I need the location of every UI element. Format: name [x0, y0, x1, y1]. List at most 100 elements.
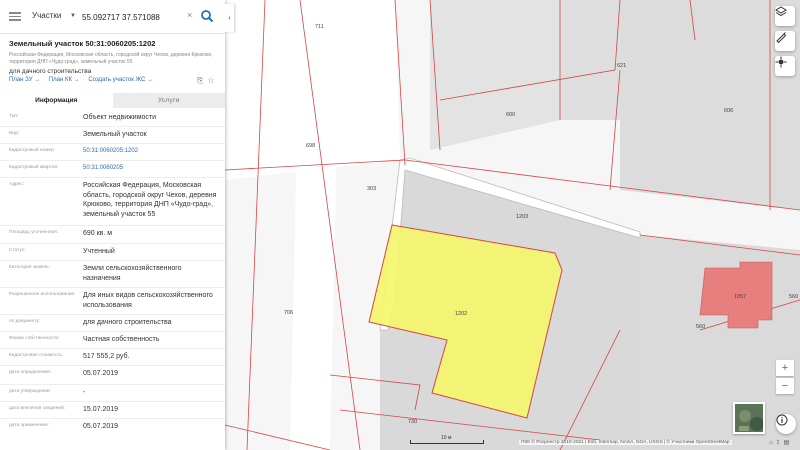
- row-value: 15.07.2019: [83, 406, 119, 413]
- plan-zu-link[interactable]: План ЗУ →: [9, 77, 40, 83]
- table-row: Разрешенное использование: Для иных видов…: [0, 288, 225, 315]
- parcel-use: для дачного строительства: [9, 68, 92, 75]
- parcel-address: Российская Федерация, Московская область…: [9, 52, 213, 65]
- row-value: Земли сельскохозяйственного назначения: [83, 265, 182, 282]
- table-row: Адрес: Российская Федерация, Московская о…: [0, 178, 225, 226]
- bottom-icons: ⌂ ⇪ ▤: [766, 439, 789, 446]
- table-row: Тип: Объект недвижимости: [0, 110, 225, 127]
- row-value: 05.07.2019: [83, 370, 119, 377]
- parcel-label-600: 600: [506, 112, 515, 118]
- row-label: по документу:: [9, 319, 41, 324]
- parcel-header: Земельный участок 50:31:0060205:1202 Рос…: [9, 39, 219, 75]
- row-value: Для иных видов сельскохозяйственного исп…: [83, 292, 213, 309]
- parcel-label-1202: 1202: [455, 311, 467, 317]
- row-value: Объект недвижимости: [83, 114, 157, 121]
- table-row: дата применения: 05.07.2019: [0, 419, 225, 441]
- table-row: дата утверждения: -: [0, 385, 225, 402]
- row-value: Российская Федерация, Московская область…: [83, 182, 217, 218]
- parcel-links: План ЗУ → План КК → Создать участок ЖС →: [9, 77, 160, 83]
- layers-icon: [775, 6, 787, 17]
- parcel-label-621: 621: [617, 63, 626, 69]
- parcel-label-711: 711: [315, 24, 324, 30]
- search-input[interactable]: [82, 8, 195, 26]
- info-button[interactable]: [776, 414, 796, 434]
- locate-button[interactable]: [775, 56, 795, 76]
- row-label: Кадастровый квартал:: [9, 165, 59, 170]
- tab-services[interactable]: Услуги: [112, 93, 225, 108]
- menu-button[interactable]: [9, 10, 21, 22]
- search-type-label: Участки: [32, 11, 62, 20]
- parcel-label-1057: 1057: [734, 294, 746, 300]
- table-row: Вид: Земельный участок: [0, 127, 225, 144]
- satellite-thumbnail: [735, 404, 763, 432]
- panel-tabs: Информация Услуги: [0, 93, 225, 108]
- row-label: Тип:: [9, 114, 19, 119]
- search-bar: Участки ▼ ×: [0, 0, 225, 34]
- search-type-select[interactable]: Участки ▼: [32, 11, 76, 25]
- print-icon[interactable]: ▤: [784, 440, 790, 446]
- row-label: Кадастровый номер:: [9, 148, 56, 153]
- plan-kk-link[interactable]: План КК →: [49, 77, 80, 83]
- parcel-label-1203: 1203: [516, 214, 528, 220]
- table-row: по документу: для дачного строительства: [0, 315, 225, 332]
- row-label: Статус:: [9, 248, 26, 253]
- row-value: для дачного строительства: [83, 319, 172, 326]
- clear-search-button[interactable]: ×: [187, 10, 192, 20]
- parcel-label-698: 698: [306, 143, 315, 149]
- chevron-left-icon: ‹: [228, 14, 231, 22]
- table-row: Статус: Учтенный: [0, 244, 225, 261]
- parcel-label-560-b: 560: [696, 324, 705, 330]
- collapse-panel-button[interactable]: ‹: [225, 4, 234, 32]
- row-value: Учтенный: [83, 248, 115, 255]
- zoom-out-button[interactable]: −: [776, 378, 794, 394]
- row-label: Вид:: [9, 131, 20, 136]
- parcel-title: Земельный участок 50:31:0060205:1202: [9, 39, 156, 48]
- row-value: Земельный участок: [83, 131, 147, 138]
- table-row: Форма собственности: Частная собственност…: [0, 332, 225, 349]
- create-parcel-link[interactable]: Создать участок ЖС →: [88, 77, 153, 83]
- parcel-label-730: 730: [408, 419, 417, 425]
- plus-icon: +: [781, 362, 789, 374]
- row-value: 690 кв. м: [83, 230, 113, 237]
- star-icon[interactable]: ☆: [207, 76, 214, 85]
- row-label: Форма собственности:: [9, 336, 60, 341]
- app: 711 621 600 606 698 303 1203 1202 1057 5…: [0, 0, 800, 450]
- parcel-label-606: 606: [724, 108, 733, 114]
- minimap[interactable]: [733, 402, 765, 434]
- home-icon[interactable]: ⌂: [769, 440, 773, 446]
- tab-info[interactable]: Информация: [0, 93, 113, 108]
- layers-button[interactable]: [775, 6, 795, 26]
- locate-icon: [775, 56, 787, 68]
- parcel-label-706: 706: [284, 310, 293, 316]
- row-label: дата определения:: [9, 370, 52, 375]
- table-row: Кадастровый номер: 50:31:0060205:1202: [0, 144, 225, 161]
- scale-label: 10 м: [441, 435, 452, 441]
- hamburger-icon: [9, 12, 21, 21]
- cadastral-number-link[interactable]: 50:31:0060205:1202: [83, 147, 221, 157]
- row-value: -: [83, 389, 86, 396]
- share-icon[interactable]: ⇪: [776, 440, 781, 446]
- zoom-in-button[interactable]: +: [776, 360, 794, 376]
- row-label: дата утверждения:: [9, 389, 51, 394]
- parcel-actions: ⎘ ☆: [193, 76, 215, 86]
- parcel-label-560-a: 560: [789, 294, 798, 300]
- info-icon: [776, 414, 788, 426]
- table-row: Кадастровый квартал: 50:31:0060205: [0, 161, 225, 178]
- search-icon: [201, 10, 214, 23]
- ruler-button[interactable]: [775, 31, 795, 51]
- parcel-label-303: 303: [367, 186, 376, 192]
- row-label: Площадь уточненная:: [9, 230, 59, 235]
- row-value: 05.07.2019: [83, 423, 119, 430]
- table-row: дата внесения сведений: 15.07.2019: [0, 402, 225, 419]
- table-row: Категория земель: Земли сельскохозяйствен…: [0, 261, 225, 288]
- ruler-icon: [776, 32, 787, 43]
- row-label: дата внесения сведений:: [9, 406, 65, 411]
- info-panel: Участки ▼ × Земельный участок 50:31:0060…: [0, 0, 225, 450]
- close-icon: ×: [187, 10, 193, 20]
- cadastral-quarter-link[interactable]: 50:31:0060205: [83, 164, 221, 174]
- document-search-icon[interactable]: ⎘: [197, 76, 203, 85]
- row-label: Кадастровая стоимость:: [9, 353, 64, 358]
- search-button[interactable]: [200, 9, 214, 23]
- map-attribution: ПКК © Росреестр 2010-2021 | Esri, Interm…: [519, 440, 732, 445]
- row-value: 517 555,2 руб.: [83, 353, 130, 360]
